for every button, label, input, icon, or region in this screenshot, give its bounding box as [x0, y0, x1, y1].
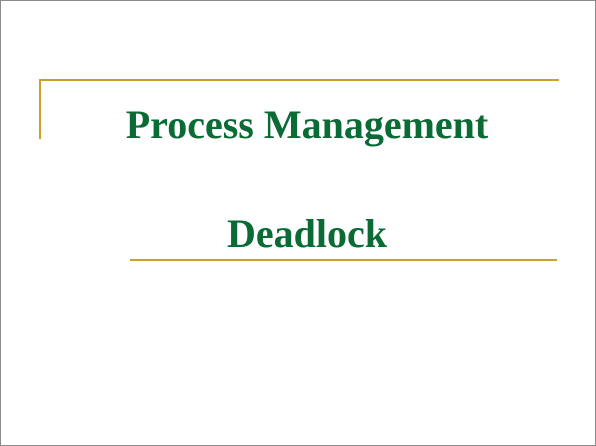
slide-title-line-1: Process Management [125, 102, 489, 147]
slide: Process Management Deadlock [0, 0, 596, 446]
slide-title-line-2: Deadlock [227, 211, 387, 256]
accent-rule-top [39, 79, 559, 81]
accent-rule-bottom [130, 259, 557, 261]
